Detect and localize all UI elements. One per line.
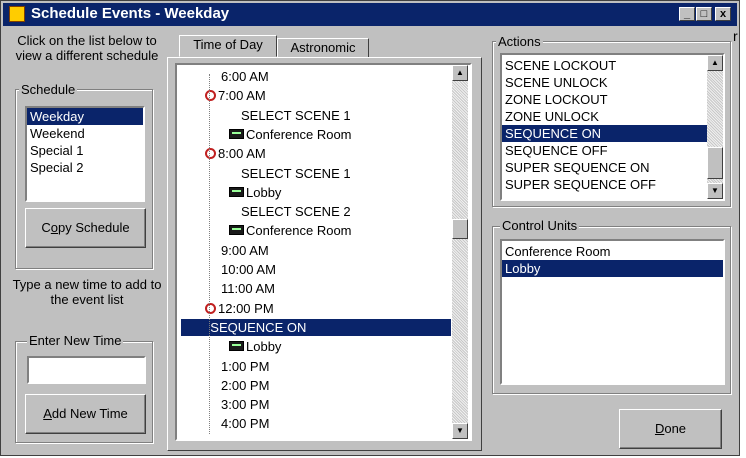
schedule-legend: Schedule (19, 82, 78, 97)
actions-scroll-down[interactable]: ▼ (707, 183, 723, 199)
tree-node[interactable]: 8:00 AM (205, 145, 266, 162)
tree-node-label: 1:00 PM (221, 358, 270, 374)
maximize-button[interactable]: □ (696, 7, 712, 21)
tree-node[interactable]: 6:00 AM (221, 68, 269, 85)
tree-node[interactable]: SELECT SCENE 2 (241, 203, 351, 220)
clock-icon (205, 90, 216, 102)
tree-node[interactable]: SELECT SCENE 1 (241, 165, 351, 182)
tree-node-label: Lobby (246, 339, 282, 355)
tree-node-label: Lobby (246, 184, 282, 200)
close-button[interactable]: x (715, 7, 731, 21)
control-unit-icon (229, 341, 244, 352)
schedule-list[interactable]: Weekday Weekend Special 1 Special 2 (25, 106, 145, 202)
tree-node[interactable]: 1:00 PM (221, 358, 269, 375)
tree-node[interactable]: 12:00 PM (205, 300, 274, 317)
event-tree[interactable]: 6:00 AM 7:00 AM SELECT SCENE 1 Conference R… (175, 63, 472, 441)
action-item[interactable]: ZONE LOCKOUT (502, 91, 707, 108)
tree-node[interactable]: 10:00 AM (221, 261, 276, 278)
actions-scroll-thumb[interactable] (707, 147, 723, 179)
action-item[interactable]: SUPER SEQUENCE ON (502, 159, 707, 176)
tree-node-label: 11:00 AM (221, 281, 275, 297)
tree-node[interactable]: 9:00 AM (221, 242, 269, 259)
done-button[interactable]: Done (619, 409, 722, 449)
actions-scrollbar[interactable]: ▲ ▼ (707, 55, 723, 199)
control-unit-icon (229, 186, 244, 197)
tree-node[interactable]: 11:00 AM (221, 280, 275, 297)
scroll-down-button[interactable]: ▼ (452, 423, 468, 439)
scroll-up-button[interactable]: ▲ (452, 65, 468, 81)
tree-node-label: 7:00 AM (218, 88, 266, 104)
tree-node-label: 8:00 AM (218, 146, 266, 162)
control-unit-icon (229, 128, 244, 139)
tree-node[interactable]: Conference Room (229, 222, 352, 239)
tree-node-label: Conference Room (246, 126, 352, 142)
control-units-list[interactable]: Conference Room Lobby (500, 239, 725, 385)
action-item[interactable]: SCENE UNLOCK (502, 74, 707, 91)
tree-node-label: 4:00 PM (221, 416, 270, 432)
tree-node-label: 2:00 PM (221, 377, 270, 393)
tree-node-label: 6:00 AM (221, 69, 269, 84)
new-time-instruction: Type a new time to add to the event list (12, 277, 162, 307)
tree-node-label: 9:00 AM (221, 242, 269, 258)
clock-icon (205, 148, 216, 160)
control-unit-item[interactable]: Conference Room (502, 243, 723, 260)
schedule-item[interactable]: Weekend (27, 125, 143, 142)
tab-astronomic[interactable]: Astronomic (277, 38, 369, 58)
tree-node-label: SELECT SCENE 1 (241, 107, 351, 123)
action-item[interactable]: ZONE UNLOCK (502, 108, 707, 125)
schedule-events-window: Schedule Events - Weekday _ □ x r Click … (0, 0, 740, 456)
tree-node[interactable]: SEQUENCE ON (181, 318, 451, 336)
action-item[interactable]: SCENE LOCKOUT (502, 57, 707, 74)
window-title: Schedule Events - Weekday (31, 5, 230, 22)
tree-node[interactable]: Lobby (229, 338, 281, 355)
add-new-time-label: Add New Time (43, 406, 128, 421)
tree-node[interactable]: SELECT SCENE 1 (241, 107, 351, 124)
scroll-thumb[interactable] (452, 219, 468, 239)
title-bar[interactable]: Schedule Events - Weekday _ □ x (3, 3, 737, 26)
clock-icon (205, 302, 216, 314)
tree-node[interactable]: 3:00 PM (221, 396, 269, 413)
tree-connector (209, 74, 210, 434)
tree-scrollbar[interactable]: ▲ ▼ (452, 65, 468, 439)
done-label: Done (654, 421, 687, 436)
copy-schedule-button[interactable]: Copy Schedule (25, 208, 146, 248)
tree-node-label: SELECT SCENE 1 (241, 165, 351, 181)
tree-node-label: Conference Room (246, 223, 352, 239)
instruction-text: Click on the list below to view a differ… (15, 33, 159, 63)
actions-scroll-up[interactable]: ▲ (707, 55, 723, 71)
schedule-item[interactable]: Special 2 (27, 159, 143, 176)
enter-time-input[interactable] (27, 356, 146, 384)
copy-schedule-label: Copy Schedule (41, 220, 130, 235)
tree-node-label: 3:00 PM (221, 397, 270, 413)
tree-node[interactable]: Conference Room (229, 126, 352, 143)
enter-time-legend: Enter New Time (27, 333, 124, 348)
action-item[interactable]: SEQUENCE OFF (502, 142, 707, 159)
tree-node[interactable]: Lobby (229, 184, 281, 201)
minimize-button[interactable]: _ (679, 7, 695, 21)
tree-node-label: 10:00 AM (221, 262, 276, 277)
tree-node-label: SEQUENCE ON (185, 319, 307, 335)
control-unit-item[interactable]: Lobby (502, 260, 723, 277)
schedule-item[interactable]: Weekday (27, 108, 143, 125)
schedule-item[interactable]: Special 1 (27, 142, 143, 159)
stray-text: r (733, 28, 738, 44)
control-units-legend: Control Units (500, 218, 580, 233)
action-item[interactable]: SEQUENCE ON (502, 125, 707, 142)
tree-node[interactable]: 4:00 PM (221, 415, 269, 432)
actions-legend: Actions (496, 34, 543, 49)
tree-node[interactable]: 2:00 PM (221, 377, 269, 394)
action-item[interactable]: SUPER SEQUENCE OFF (502, 176, 707, 193)
add-new-time-button[interactable]: Add New Time (25, 394, 146, 434)
control-unit-icon (229, 225, 244, 236)
tab-time-of-day[interactable]: Time of Day (179, 35, 277, 57)
app-icon (9, 6, 25, 22)
tree-node-label: 12:00 PM (218, 300, 274, 316)
tree-node-label: SELECT SCENE 2 (241, 204, 351, 220)
actions-list[interactable]: SCENE LOCKOUT SCENE UNLOCK ZONE LOCKOUT ZON… (500, 53, 725, 201)
tree-node[interactable]: 7:00 AM (205, 87, 266, 104)
